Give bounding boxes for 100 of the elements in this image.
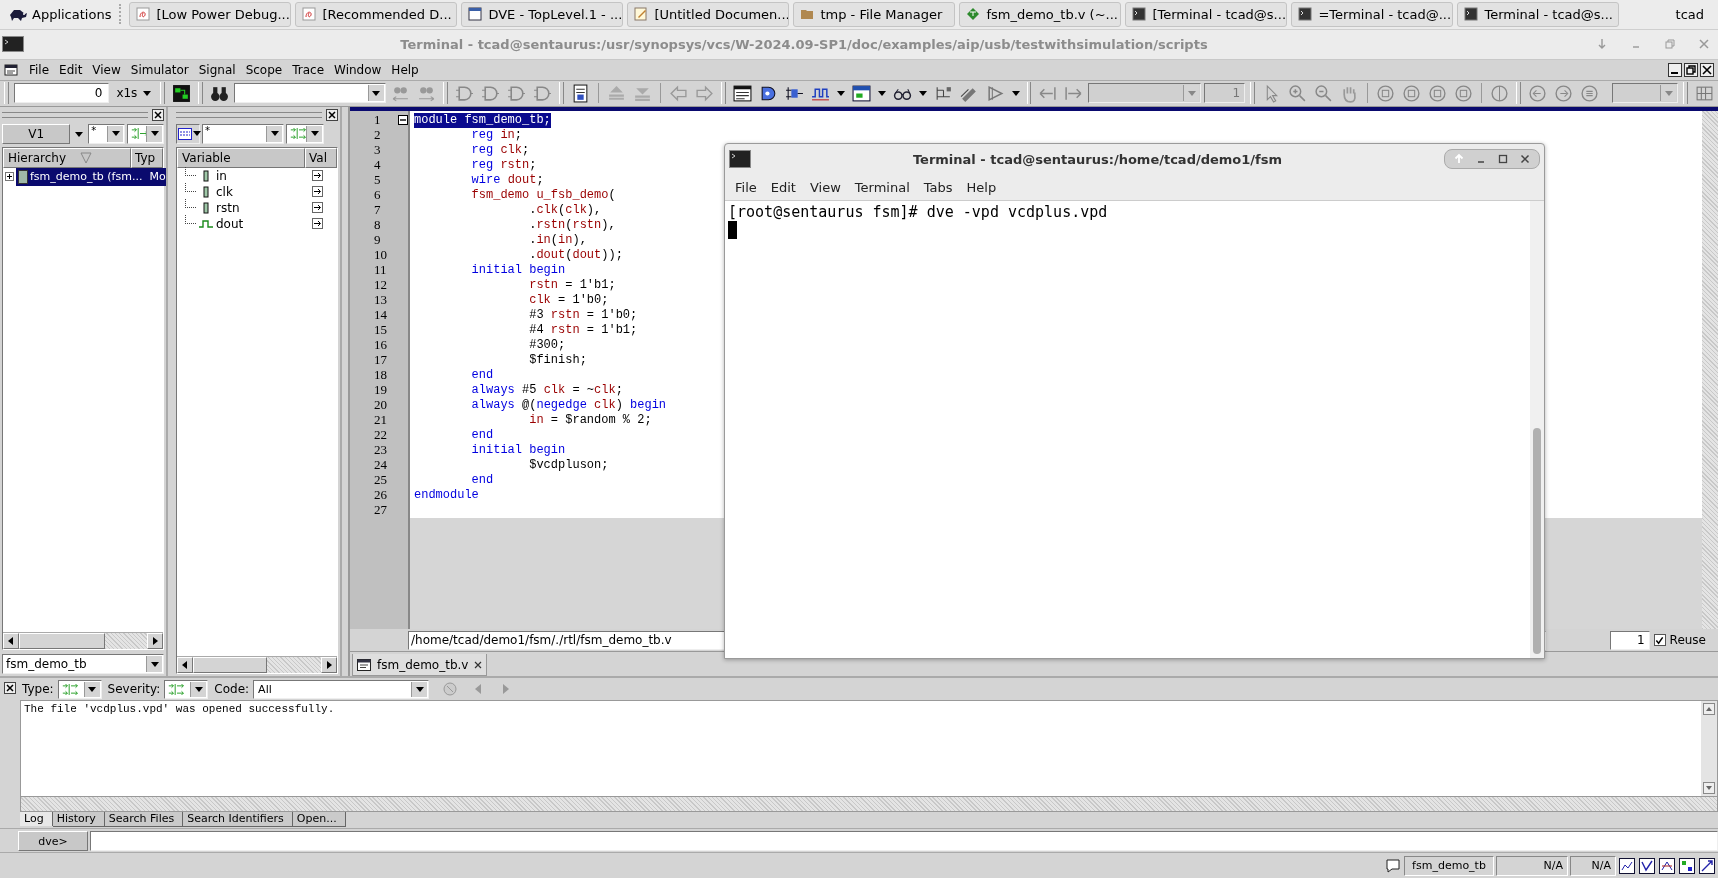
menu-item[interactable]: Window <box>329 62 387 77</box>
task-button[interactable]: [Low Power Debug... <box>129 2 292 27</box>
console-tab[interactable]: Log <box>20 812 53 827</box>
user-name[interactable]: tcad <box>1665 7 1714 22</box>
list-icon[interactable] <box>732 83 752 103</box>
close-icon[interactable] <box>152 108 164 121</box>
time-field[interactable]: 0 <box>13 83 110 104</box>
task-button[interactable]: DVE - TopLevel.1 - ... <box>461 2 624 27</box>
scroll-left-icon[interactable] <box>177 657 193 674</box>
column-header[interactable]: Val <box>305 147 337 168</box>
filter-field[interactable]: * <box>202 123 284 144</box>
task-button[interactable]: fsm_demo_tb.v (~... <box>959 2 1122 27</box>
arrow-right-icon[interactable] <box>312 202 323 214</box>
caret-icon[interactable] <box>836 90 845 96</box>
view-dropdown[interactable] <box>176 123 200 144</box>
menu-item[interactable]: Edit <box>766 179 806 195</box>
line-number: 17 <box>374 352 388 369</box>
scroll-up-icon[interactable] <box>1703 703 1715 716</box>
arrow-right-icon[interactable] <box>312 218 323 230</box>
filter-field[interactable]: * <box>88 123 126 144</box>
scroll-right-icon[interactable] <box>321 657 337 674</box>
console-tab[interactable]: History <box>52 812 105 828</box>
code-line: reg rstn; <box>471 157 537 173</box>
signal-name[interactable]: dout <box>216 216 309 231</box>
arrow-right-icon[interactable] <box>312 170 323 182</box>
menu-item[interactable]: Trace <box>287 62 330 77</box>
menu-item[interactable]: Terminal <box>850 179 920 195</box>
console-tab[interactable]: Open... <box>292 812 346 828</box>
chart-icon[interactable] <box>1699 857 1715 874</box>
scroll-thumb[interactable] <box>193 657 267 674</box>
filter-dropdown[interactable] <box>127 123 164 144</box>
scroll-right-icon[interactable] <box>147 633 163 650</box>
menu-item[interactable]: File <box>731 179 767 195</box>
line-number: 5 <box>374 172 382 189</box>
console-tab[interactable]: Search Identifiers <box>183 812 293 828</box>
close-icon[interactable] <box>1519 153 1531 165</box>
menu-item[interactable]: Simulator <box>125 62 194 77</box>
signal-name[interactable]: rstn <box>216 200 309 215</box>
scroll-left-icon[interactable] <box>3 633 19 650</box>
signal-name[interactable]: clk <box>216 184 309 199</box>
menu-item[interactable]: View <box>805 179 851 195</box>
collapse-icon[interactable] <box>398 115 408 126</box>
console-tab[interactable]: Search Files <box>104 812 184 828</box>
minimize-icon[interactable] <box>1668 62 1682 77</box>
window-menu-icon[interactable] <box>4 62 18 77</box>
close-icon[interactable] <box>326 108 338 121</box>
speech-bubble-icon[interactable] <box>1385 857 1401 874</box>
menu-item[interactable]: File <box>24 62 55 77</box>
time-unit-dropdown[interactable]: x1s <box>112 86 156 101</box>
maximize-icon[interactable] <box>1497 153 1509 165</box>
chart-icon[interactable] <box>1639 857 1655 874</box>
expand-icon[interactable] <box>5 172 14 182</box>
dropdown[interactable] <box>1088 83 1202 104</box>
circuit-icon[interactable] <box>172 83 192 103</box>
close-icon[interactable] <box>474 660 483 669</box>
scroll-thumb[interactable] <box>19 633 105 650</box>
task-button[interactable]: Terminal - tcad@s... <box>1457 2 1620 27</box>
task-button[interactable]: tmp - File Manager <box>793 2 956 27</box>
filter-dropdown[interactable] <box>286 123 324 144</box>
task-button[interactable]: [Untitled Documen... <box>627 2 790 27</box>
file-tab[interactable]: fsm_demo_tb.v <box>352 654 488 677</box>
scroll-thumb[interactable] <box>1533 428 1541 654</box>
scroll-down-icon[interactable] <box>1703 782 1715 795</box>
filter-dropdown[interactable] <box>57 679 102 699</box>
column-header[interactable]: Variable <box>177 147 305 168</box>
menu-item[interactable]: Help <box>386 62 424 77</box>
scope-dropdown[interactable]: fsm_demo_tb <box>2 654 164 675</box>
code-dropdown[interactable]: All <box>253 679 430 699</box>
menu-item[interactable]: View <box>87 62 126 77</box>
restore-icon[interactable] <box>1684 62 1698 77</box>
signal-name[interactable]: in <box>216 168 309 183</box>
dropdown[interactable] <box>1612 83 1679 104</box>
caret-icon[interactable] <box>877 90 886 96</box>
task-button[interactable]: =Terminal - tcad@... <box>1291 2 1454 27</box>
applications-menu[interactable]: Applications <box>4 6 116 23</box>
menu-item[interactable]: Edit <box>54 62 88 77</box>
task-button[interactable]: [Recommended D... <box>295 2 458 27</box>
menu-item[interactable]: Help <box>962 179 1007 195</box>
window-icon[interactable] <box>851 83 871 103</box>
chart-icon[interactable] <box>1659 857 1675 874</box>
view-button[interactable]: V1 <box>2 123 71 144</box>
menu-item[interactable]: Signal <box>193 62 241 77</box>
caret-icon[interactable] <box>1011 90 1020 96</box>
caret-icon[interactable] <box>918 90 927 96</box>
search-field[interactable] <box>234 83 386 104</box>
command-field[interactable] <box>90 830 1718 851</box>
task-button[interactable]: [Terminal - tcad@s... <box>1125 2 1288 27</box>
diamond-icon <box>966 7 981 22</box>
menu-item[interactable]: Scope <box>240 62 288 77</box>
column-header[interactable]: Typ <box>131 147 163 168</box>
close-icon[interactable] <box>1700 62 1714 77</box>
column-header[interactable]: Hierarchy <box>3 147 131 168</box>
checkbox[interactable] <box>1653 634 1666 647</box>
chart-icon[interactable] <box>1619 857 1635 874</box>
menu-item[interactable]: Tabs <box>919 179 963 195</box>
grid-icon[interactable] <box>1679 857 1695 874</box>
close-icon[interactable] <box>4 682 16 695</box>
arrow-right-icon[interactable] <box>312 186 323 198</box>
line-field[interactable]: 1 <box>1609 630 1650 650</box>
filter-dropdown[interactable] <box>164 679 209 699</box>
